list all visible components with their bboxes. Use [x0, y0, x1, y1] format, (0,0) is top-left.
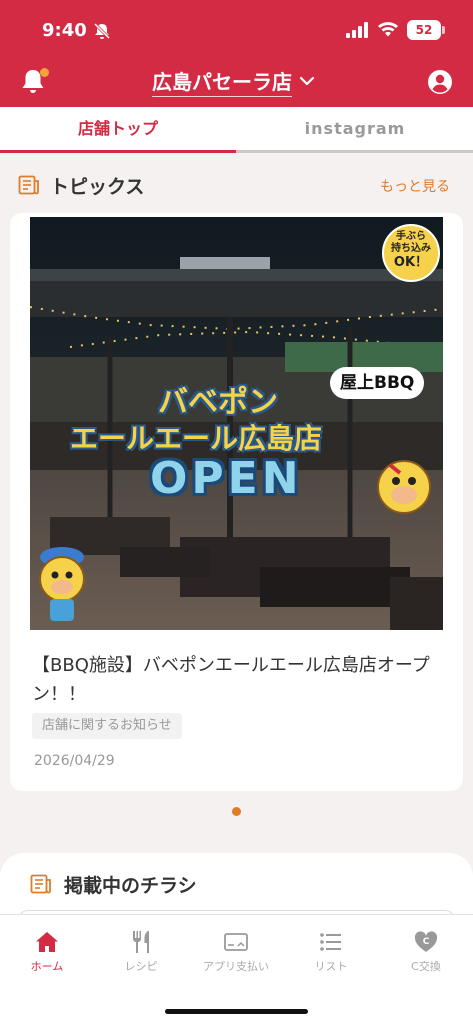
- tab-store-top[interactable]: 店舗トップ: [0, 107, 236, 153]
- topic-card[interactable]: 手ぶら 持ち込み OK！ 屋上BBQ バベポン エールエール広島店 OPEN 【…: [10, 213, 463, 791]
- image-open-text: OPEN: [150, 453, 303, 504]
- topics-section-title: トピックス: [50, 176, 145, 198]
- nav-app-payment[interactable]: アプリ支払い: [189, 929, 283, 974]
- flyer-icon: [30, 874, 51, 894]
- nav-coin-exchange-label: C交換: [411, 960, 441, 973]
- badge-text: 手ぶら 持ち込み OK！: [391, 231, 431, 270]
- home-icon: [36, 932, 58, 952]
- topic-image: 手ぶら 持ち込み OK！ 屋上BBQ バベポン エールエール広島店 OPEN: [30, 217, 443, 630]
- svg-text:C: C: [423, 937, 430, 947]
- nav-recipe-label: レシピ: [124, 960, 158, 973]
- notification-badge-dot: [40, 68, 49, 77]
- cellular-signal-icon: [346, 22, 368, 38]
- flyers-section-title: 掲載中のチラシ: [64, 875, 197, 897]
- status-bar: 9:40 52: [0, 0, 473, 58]
- card-payment-icon: [224, 933, 248, 951]
- image-title-line1: バベポン: [158, 385, 278, 420]
- user-account-icon[interactable]: [427, 69, 453, 95]
- nav-home[interactable]: ホーム: [0, 929, 94, 974]
- battery-cap: [442, 26, 445, 34]
- fork-knife-icon: [133, 931, 149, 953]
- coin-exchange-icon: C: [414, 931, 438, 952]
- home-indicator: [165, 1009, 308, 1014]
- nav-coin-exchange[interactable]: C C交換: [379, 929, 473, 974]
- tab-instagram[interactable]: instagram: [237, 107, 473, 153]
- rooftop-bbq-label: 屋上BBQ: [330, 367, 425, 399]
- nav-app-payment-label: アプリ支払い: [203, 960, 269, 973]
- app-header: 9:40 52 広島パセーラ店: [0, 0, 473, 107]
- topic-date: 2026/04/29: [34, 753, 115, 769]
- store-selector[interactable]: 広島パセーラ店: [152, 66, 315, 97]
- nav-recipe[interactable]: レシピ: [94, 929, 188, 974]
- bottom-navigation: ホーム レシピ アプリ支払い リスト C C交換: [0, 914, 473, 1024]
- store-name: 広島パセーラ店: [152, 66, 292, 97]
- tab-active-indicator: [0, 150, 236, 153]
- nav-home-label: ホーム: [30, 960, 64, 973]
- see-more-link[interactable]: もっと見る: [380, 176, 450, 196]
- topic-title: 【BBQ施設】バベポンエールエール広島店オープン！！: [32, 655, 430, 705]
- carousel-indicator-dot[interactable]: [232, 807, 241, 816]
- nav-list-label: リスト: [314, 960, 348, 973]
- mute-bell-icon: [93, 22, 111, 40]
- category-tag: 店舗に関するお知らせ: [32, 713, 182, 739]
- mascot-icon: [377, 460, 431, 514]
- status-time: 9:40: [42, 20, 87, 41]
- list-icon: [320, 933, 341, 951]
- mascot-chef-icon: [39, 547, 85, 621]
- battery-indicator: 52: [407, 20, 441, 40]
- news-icon: [18, 175, 39, 195]
- wifi-icon: [378, 22, 398, 37]
- chevron-down-icon: [299, 76, 315, 86]
- tab-bar: 店舗トップ instagram: [0, 107, 473, 153]
- image-title-line2: エールエール広島店: [70, 422, 323, 455]
- nav-list[interactable]: リスト: [284, 929, 378, 974]
